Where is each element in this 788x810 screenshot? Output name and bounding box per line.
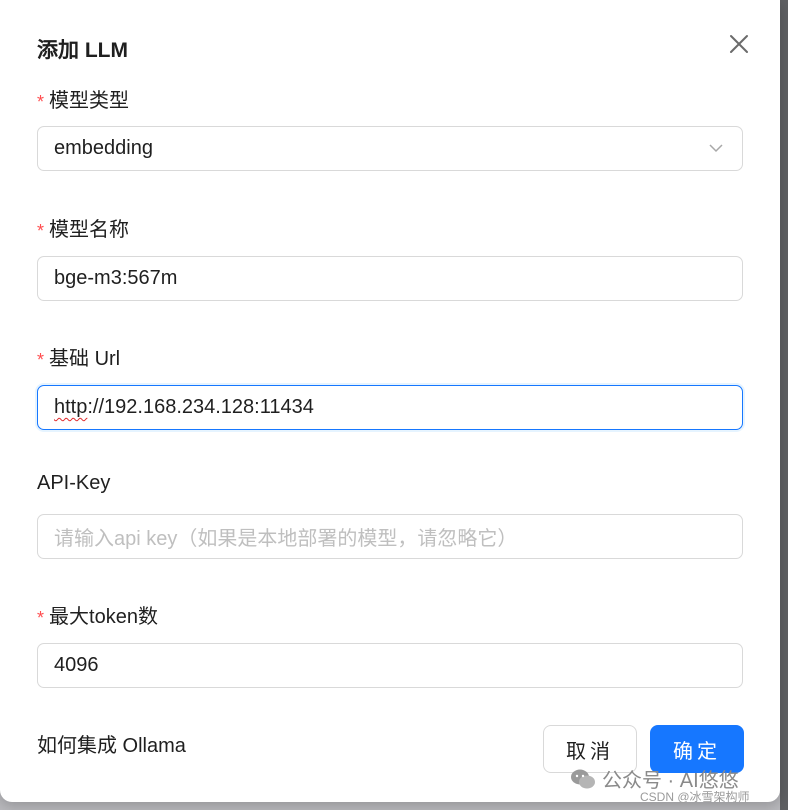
model-name-input[interactable]: bge-m3:567m [37, 256, 743, 301]
model-type-label: * 模型类型 [37, 90, 130, 112]
api-key-placeholder: 请输入api key（如果是本地部署的模型，请忽略它） [54, 528, 518, 550]
chevron-down-icon [709, 144, 723, 153]
spellcheck-underline: http [54, 396, 88, 418]
watermark-sub: CSDN @冰雪架构师 [640, 790, 750, 804]
api-key-label: API-Key [37, 472, 111, 494]
add-llm-dialog: 添加 LLM * 模型类型 embedding * 模型名称 bge-m3:567m… [0, 0, 780, 804]
model-name-label: * 模型名称 [37, 219, 130, 241]
required-marker: * [37, 221, 45, 241]
model-type-value: embedding [54, 137, 153, 159]
api-key-input[interactable]: 请输入api key（如果是本地部署的模型，请忽略它） [37, 514, 743, 559]
backdrop [780, 0, 788, 810]
required-marker: * [37, 92, 45, 112]
max-tokens-input[interactable]: 4096 [37, 643, 743, 688]
close-icon[interactable] [728, 33, 750, 55]
model-type-select[interactable]: embedding [37, 126, 743, 171]
base-url-value: http://192.168.234.128:11434 [54, 396, 314, 418]
wechat-icon [571, 769, 595, 788]
required-marker: * [37, 608, 45, 628]
max-tokens-value: 4096 [54, 654, 99, 676]
ollama-help-link[interactable]: 如何集成 Ollama [37, 729, 186, 758]
model-name-value: bge-m3:567m [54, 267, 178, 289]
base-url-label: * 基础 Url [37, 348, 121, 370]
dialog-title: 添加 LLM [37, 39, 128, 62]
max-tokens-label: * 最大token数 [37, 606, 158, 628]
base-url-input[interactable]: http://192.168.234.128:11434 [37, 385, 743, 430]
required-marker: * [37, 350, 45, 370]
